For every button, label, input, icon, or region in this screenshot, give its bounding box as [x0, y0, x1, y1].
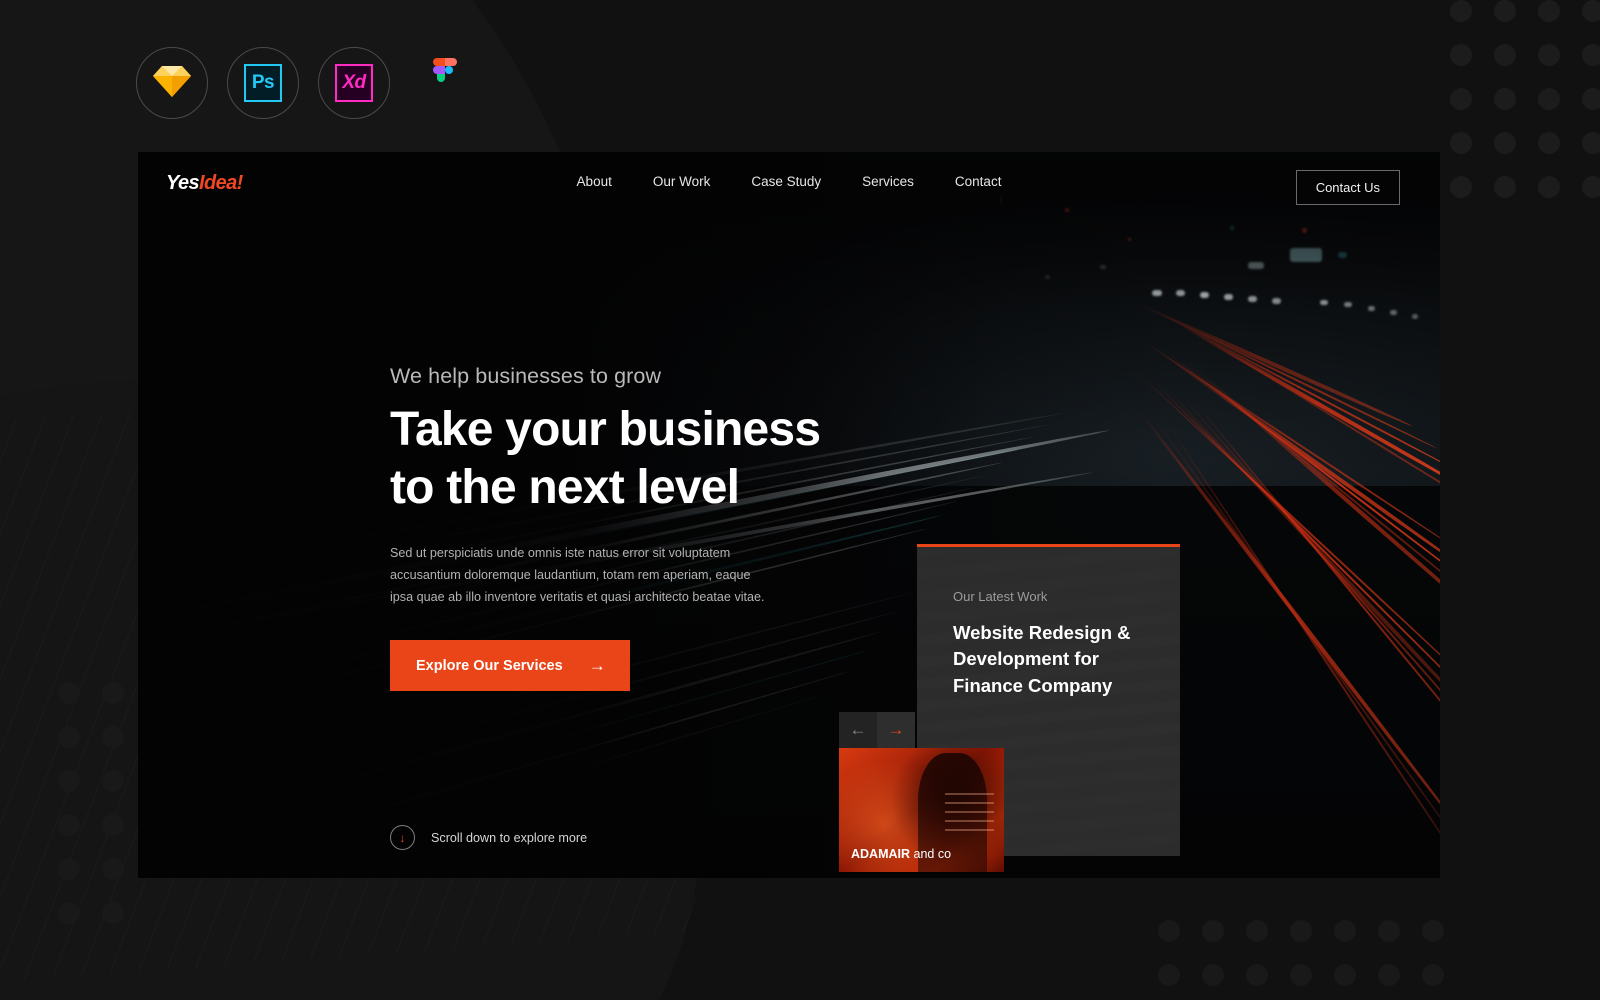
- design-tool-icons: Ps Xd: [136, 47, 481, 119]
- nav-item-about[interactable]: About: [577, 174, 612, 189]
- nav-item-contact[interactable]: Contact: [955, 174, 1002, 189]
- logo-text-primary: Yes: [166, 172, 200, 194]
- sketch-icon: [152, 63, 192, 104]
- hero-copy-block: We help businesses to grow Take your bus…: [390, 364, 950, 692]
- nav-item-services[interactable]: Services: [862, 174, 914, 189]
- latest-work-title: Website Redesign & Development for Finan…: [953, 622, 1131, 696]
- hero-headline-line-2: to the next level: [390, 460, 740, 514]
- explore-our-services-button[interactable]: Explore Our Services →: [390, 640, 630, 692]
- hero-headline: Take your business to the next level: [390, 401, 950, 516]
- carousel-next-button[interactable]: →: [877, 712, 915, 748]
- carousel-prev-button[interactable]: ←: [839, 712, 877, 748]
- adamair-project-thumbnail[interactable]: ADAMAIR and co: [839, 748, 1004, 872]
- arrow-right-icon: →: [588, 656, 606, 676]
- adamair-data-bars: [944, 792, 995, 835]
- cta-label: Explore Our Services: [416, 657, 563, 674]
- adobe-xd-icon: Xd: [335, 64, 373, 102]
- site-header: YesIdea! About Our Work Case Study Servi…: [138, 152, 1440, 216]
- adobe-xd-tool-badge[interactable]: Xd: [318, 47, 390, 119]
- site-logo[interactable]: YesIdea!: [166, 172, 243, 195]
- figma-tool-badge[interactable]: [409, 47, 481, 119]
- hero-eyebrow: We help businesses to grow: [390, 364, 662, 388]
- photoshop-icon: Ps: [244, 64, 282, 102]
- adamair-caption-light: and co: [910, 846, 952, 861]
- adamair-caption: ADAMAIR and co: [851, 846, 952, 861]
- carousel-controls: ← →: [839, 712, 915, 748]
- scroll-down-indicator[interactable]: ↓ Scroll down to explore more: [390, 825, 587, 850]
- nav-item-our-work[interactable]: Our Work: [653, 174, 711, 189]
- website-mockup-frame: YesIdea! About Our Work Case Study Servi…: [138, 152, 1440, 878]
- arrow-down-icon: ↓: [390, 825, 415, 850]
- hero-headline-line-1: Take your business: [390, 403, 821, 456]
- primary-navigation: About Our Work Case Study Services Conta…: [577, 174, 1002, 189]
- adamair-caption-bold: ADAMAIR: [851, 846, 911, 861]
- contact-us-button[interactable]: Contact Us: [1295, 170, 1400, 205]
- figma-icon: [429, 57, 461, 109]
- nav-item-case-study[interactable]: Case Study: [751, 174, 821, 189]
- logo-text-accent: Idea!: [199, 172, 243, 194]
- sketch-tool-badge[interactable]: [136, 47, 208, 119]
- scroll-down-label: Scroll down to explore more: [431, 830, 588, 845]
- photoshop-tool-badge[interactable]: Ps: [227, 47, 299, 119]
- hero-paragraph: Sed ut perspiciatis unde omnis iste natu…: [390, 546, 765, 604]
- latest-work-eyebrow: Our Latest Work: [953, 589, 1048, 604]
